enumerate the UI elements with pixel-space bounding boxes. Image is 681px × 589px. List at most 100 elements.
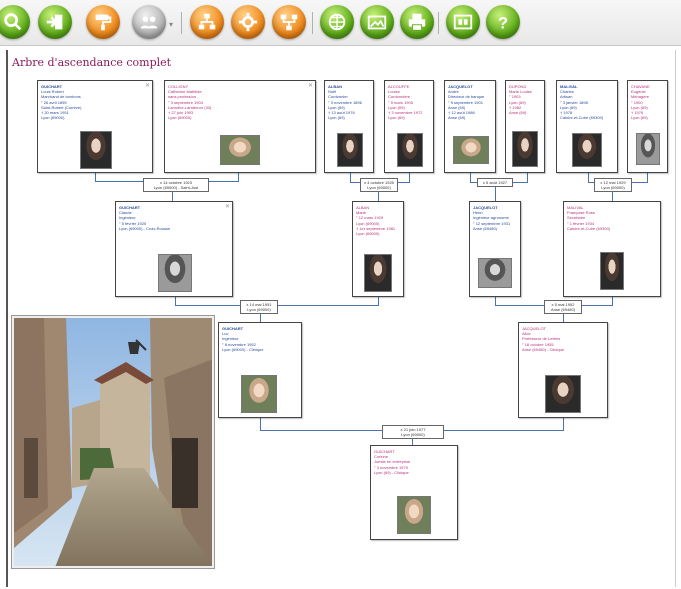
magnifier-icon [4, 13, 22, 31]
person-detail: Lyon (69) [631, 115, 648, 121]
toolbar: ▾ ? [0, 0, 681, 46]
person-photo [600, 252, 624, 290]
person-detail: Anse (69) [448, 115, 466, 121]
connector [238, 173, 239, 181]
grid-button[interactable] [320, 5, 354, 39]
image-preview-icon [367, 15, 387, 30]
village-illustration [14, 318, 212, 566]
union-label-text: x 5 août 1927 [482, 180, 508, 185]
person-detail: Anse (69480) [473, 225, 498, 231]
toolbar-separator [312, 12, 313, 34]
person-card[interactable]: JACQUELOT André Directeur de banque ° 9 … [444, 80, 496, 173]
connector [470, 173, 471, 182]
people-icon [140, 16, 158, 29]
person-photo [397, 133, 423, 167]
union-label: x 4 octobre 1925 Lyon (69000) [360, 178, 398, 192]
tree-down-icon [280, 14, 298, 31]
preview-button[interactable] [360, 5, 394, 39]
person-card[interactable]: ALCOUFFE Louise Cordonnière ° 5 mars 190… [384, 80, 434, 173]
connector [260, 418, 261, 430]
person-photo [572, 133, 602, 167]
union-label-text: Lyon (69000) [401, 432, 425, 437]
person-photo [220, 135, 260, 165]
paint-button[interactable] [86, 5, 120, 39]
person-card[interactable]: GUICHART Luc Ingénieur ° 8 novembre 1952… [218, 322, 302, 418]
union-label-text: Lyon (69000) - Saint-Just [153, 185, 199, 190]
person-card[interactable]: ALBAN Marie ° 12 mars 1929 Lyon (69000) … [352, 201, 404, 297]
export-button[interactable] [446, 5, 480, 39]
person-detail: Anse (69) [509, 110, 527, 116]
person-photo [337, 133, 363, 167]
union-label: x 12 mai 1929 Lyon (69000) [594, 178, 632, 192]
tree-center-icon [238, 12, 258, 32]
person-photo [80, 131, 112, 169]
connector [495, 297, 496, 305]
person-card[interactable]: ALBAN Noël Cordonnier ° 3 novembre 1896 … [324, 80, 374, 173]
chevron-down-icon[interactable]: ▾ [169, 20, 173, 29]
connector [378, 297, 379, 305]
person-card[interactable]: CHAVANE Eugénie Ménagère ° 1900 Lyon (69… [627, 80, 668, 173]
union-label: x 21 juin 1977 Lyon (69000) [382, 425, 444, 439]
person-detail: Lyon (69000) [41, 115, 65, 121]
pin-icon: ✕ [307, 83, 313, 89]
person-photo [478, 258, 512, 288]
connector [409, 173, 410, 182]
person-photo [636, 133, 660, 165]
connector [350, 173, 351, 182]
group-button[interactable] [132, 5, 166, 39]
person-card[interactable]: MALIVAL Charles Artisan ° 3 janvier 1898… [556, 80, 618, 173]
search-button[interactable] [0, 5, 30, 39]
union-label-text: Lyon (69000) [367, 185, 391, 190]
help-button[interactable]: ? [486, 5, 520, 39]
print-button[interactable] [400, 5, 434, 39]
person-detail: Lyon (69000) [356, 231, 380, 237]
toolbar-separator [181, 12, 182, 34]
person-detail: Caluire-et-Cuire (69300) [567, 225, 611, 231]
connector [527, 173, 528, 182]
paint-roller-icon [95, 14, 112, 31]
tree-up-button[interactable] [190, 5, 224, 39]
person-detail: Lyon (69000) - Croix-Rousse [119, 225, 171, 231]
person-detail: Lyon (69) [328, 115, 345, 121]
connector [175, 297, 176, 305]
pin-icon: ✕ [224, 204, 230, 210]
person-detail: Lyon (69) - Clinique [374, 469, 409, 475]
person-detail: Anse (69480) - Clinique [522, 346, 565, 352]
connector [588, 173, 589, 182]
pin-icon: ✕ [144, 83, 150, 89]
person-card[interactable]: JACQUELOT Alice Professeur de Lettres ° … [518, 322, 608, 418]
connector [647, 173, 648, 182]
person-detail: Lyon (69) [388, 115, 405, 121]
person-card[interactable]: ✕ COLLIGNY Catherine Mathilde sans profe… [164, 80, 316, 173]
toolbar-separator [438, 12, 439, 34]
union-label: x 5 mai 1952 Anse (69480) [544, 300, 582, 314]
person-card[interactable]: MALIVAL Françoise Rose Secrétaire ° 1 fé… [563, 201, 661, 297]
union-label-text: Anse (69480) [550, 307, 575, 312]
person-card[interactable]: ✕ GUICHART Claude Ingénieur ° 5 février … [115, 201, 233, 297]
tree-up-icon [198, 13, 216, 30]
grid-icon [328, 13, 346, 31]
root-person-card[interactable]: GUICHART Corinne Juriste en entreprise °… [370, 445, 458, 540]
connector [563, 418, 564, 430]
person-detail: Caluire-et-Cuire (69300) [560, 115, 604, 121]
page-title: Arbre d'ascendance complet [12, 56, 172, 69]
village-photo [12, 316, 214, 568]
person-photo [241, 375, 277, 413]
enter-button[interactable] [38, 5, 72, 39]
union-label-text: Lyon (69000) [601, 185, 625, 190]
tree-center-button[interactable] [231, 5, 265, 39]
union-label-text: Lyon (69000) [247, 307, 271, 312]
person-detail: Lyon (69000) - Clinique [222, 346, 264, 352]
person-photo [512, 131, 538, 167]
connector [95, 173, 96, 181]
connector [612, 297, 613, 305]
person-photo [158, 254, 192, 292]
person-card[interactable]: DUPOND Marie Louise ° 1903 Lyon (69) † 1… [505, 80, 545, 173]
union-label: x 5 août 1927 [477, 178, 513, 187]
tree-down-button[interactable] [272, 5, 306, 39]
svg-text:?: ? [498, 14, 508, 32]
person-card[interactable]: ✕ GUICHART Louis Robert Marchand de bonb… [37, 80, 153, 173]
help-icon: ? [498, 14, 508, 32]
person-detail: Lyon (69000) [168, 115, 192, 121]
person-card[interactable]: JACQUELOT Henri Ingénieur agronome ° 12 … [469, 201, 521, 297]
